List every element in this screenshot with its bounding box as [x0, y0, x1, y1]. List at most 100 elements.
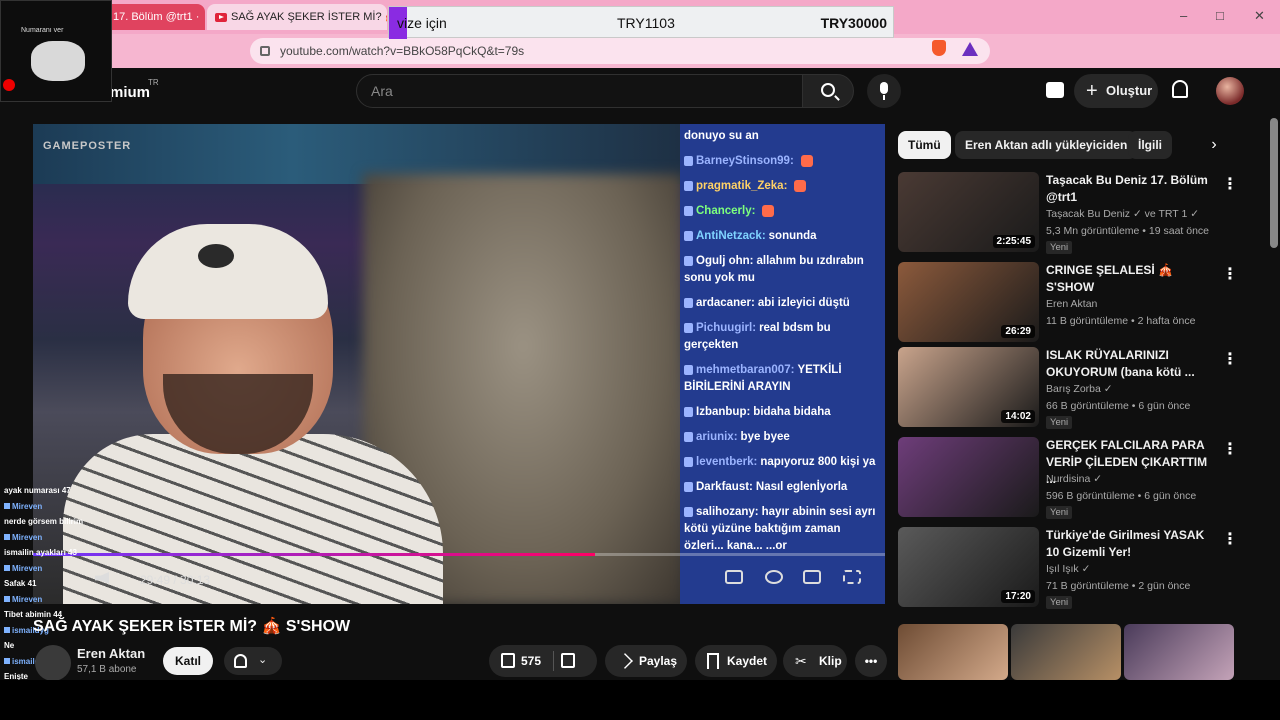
tab-trt1[interactable]: 17. Bölüm @trt1 ·	[105, 4, 205, 30]
chat-badge-icon	[684, 230, 693, 241]
tab-current-video[interactable]: SAĞ AYAK ŞEKER İSTER Mİ? 🎪	[207, 4, 387, 30]
chat-badge-icon	[684, 205, 693, 216]
chat-username: Izbanbup:	[696, 406, 751, 418]
chip-related[interactable]: İlgili	[1128, 131, 1172, 159]
chat-text: bye byee	[740, 431, 790, 443]
chat-username: ariunix:	[696, 431, 738, 443]
more-options-icon[interactable]	[1222, 174, 1238, 194]
short-thumbnail[interactable]	[898, 624, 1008, 680]
duration-badge: 17:20	[1001, 590, 1035, 603]
url-field[interactable]: youtube.com/watch?v=BBkO58PqCkQ&t=79s	[250, 38, 990, 64]
recommended-video[interactable]: GERÇEK FALCILARA PARA VERİP ÇİLEDEN ÇIKA…	[898, 437, 1238, 521]
webcam-overlay: Numaranı ver	[0, 0, 112, 102]
subtitles-icon[interactable]	[725, 570, 743, 584]
close-window-button[interactable]: ✕	[1254, 8, 1265, 24]
brave-rewards-icon[interactable]	[962, 42, 978, 56]
voice-search-icon[interactable]	[867, 74, 901, 108]
chevron-down-icon: ⌄	[258, 654, 268, 666]
recommended-video[interactable]: 26:29 CRINGE ŞELALESİ 🎪 S'SHOW Eren Aktan 1…	[898, 262, 1238, 346]
clip-button[interactable]: ✂ Klip	[783, 645, 847, 677]
save-button[interactable]: Kaydet	[695, 645, 777, 677]
subscription-bell-button[interactable]: ⌄	[224, 647, 282, 675]
chat-badge-icon	[684, 255, 693, 266]
video-thumbnail[interactable]: 2:25:45	[898, 172, 1039, 252]
create-post-icon[interactable]	[1046, 82, 1064, 98]
create-button[interactable]: + Oluştur	[1074, 74, 1158, 108]
join-button[interactable]: Katıl	[163, 647, 213, 675]
plus-icon: +	[1086, 80, 1098, 102]
video-thumbnail[interactable]	[898, 437, 1039, 517]
recommended-channel[interactable]: Taşacak Bu Deniz ✓ ve TRT 1 ✓	[1046, 206, 1199, 223]
video-thumbnail[interactable]: 17:20	[898, 527, 1039, 607]
more-options-icon[interactable]	[1222, 349, 1238, 369]
youtube-logo[interactable]: mium TR	[110, 78, 159, 101]
ticker-goal: TRY30000	[820, 15, 887, 31]
recommended-title[interactable]: CRINGE ŞELALESİ 🎪 S'SHOW	[1046, 262, 1216, 296]
search-input[interactable]: Ara	[356, 74, 804, 108]
recommended-channel[interactable]: Işıl Işık ✓	[1046, 561, 1090, 578]
overlay-chat-row: ayak numarası 47	[0, 486, 300, 502]
user-badge-icon	[4, 657, 10, 664]
notifications-bell-icon[interactable]	[1172, 80, 1188, 98]
overlay-chat-row: nerde görsem bilirim	[0, 517, 300, 533]
recommended-video[interactable]: 17:20 Türkiye'de Girilmesi YASAK 10 Gizem…	[898, 527, 1238, 611]
chat-message: pragmatik_Zeka:	[684, 174, 881, 199]
chat-badge-icon	[684, 155, 693, 166]
more-options-icon[interactable]	[1222, 529, 1238, 549]
youtube-header: mium TR Ara + Oluştur	[0, 68, 1280, 114]
chat-message: mehmetbaran007: YETKİLİ BİRİLERİNİ ARAYIN	[684, 358, 881, 400]
bookmark-icon	[707, 653, 719, 669]
chip-from-uploader[interactable]: Eren Aktan adlı yükleyiciden	[955, 131, 1138, 159]
user-badge-icon	[4, 626, 10, 633]
recommended-title[interactable]: ISLAK RÜYALARINIZI OKUYORUM (bana kötü .…	[1046, 347, 1216, 381]
chip-all[interactable]: Tümü	[898, 131, 951, 159]
overlay-chat-text: Safak 41	[4, 579, 37, 588]
site-info-icon[interactable]	[260, 46, 270, 56]
short-thumbnail[interactable]	[1124, 624, 1234, 680]
create-label: Oluştur	[1106, 83, 1153, 98]
maximize-button[interactable]: □	[1216, 8, 1224, 23]
chat-username: salihozany:	[696, 506, 759, 518]
recommended-title[interactable]: Taşacak Bu Deniz 17. Bölüm @trt1	[1046, 172, 1216, 206]
recommended-title[interactable]: Türkiye'de Girilmesi YASAK 10 Gizemli Ye…	[1046, 527, 1216, 561]
chat-username: leventberk:	[696, 456, 758, 468]
address-bar: youtube.com/watch?v=BBkO58PqCkQ&t=79s	[0, 34, 1280, 68]
chat-badge-icon	[684, 364, 693, 375]
recommended-video[interactable]: 14:02 ISLAK RÜYALARINIZI OKUYORUM (bana k…	[898, 347, 1238, 431]
recommended-channel[interactable]: Barış Zorba ✓	[1046, 381, 1113, 398]
chevron-right-icon[interactable]: ›	[1200, 131, 1228, 159]
video-thumbnail[interactable]: 26:29	[898, 262, 1039, 342]
more-options-icon[interactable]	[1222, 439, 1238, 459]
cap-logo	[198, 244, 234, 268]
video-thumbnail[interactable]: 14:02	[898, 347, 1039, 427]
like-count: 575	[521, 654, 542, 668]
more-icon: •••	[864, 654, 878, 668]
settings-gear-icon[interactable]	[765, 570, 783, 584]
minimize-button[interactable]: –	[1180, 8, 1187, 23]
account-avatar[interactable]	[1216, 77, 1244, 105]
recommended-video[interactable]: 2:25:45 Taşacak Bu Deniz 17. Bölüm @trt1 T…	[898, 172, 1238, 256]
thumbs-down-icon[interactable]	[561, 653, 575, 668]
chat-badge-icon	[684, 431, 693, 442]
bottom-strip	[0, 680, 1280, 720]
theater-mode-icon[interactable]	[803, 570, 821, 584]
more-actions-button[interactable]: •••	[855, 645, 887, 677]
overlay-chat-text: ayak numarası 47	[4, 486, 71, 495]
brave-shield-icon[interactable]	[932, 40, 946, 56]
share-button[interactable]: Paylaş	[605, 645, 687, 677]
short-thumbnail[interactable]	[1011, 624, 1121, 680]
like-button[interactable]: 575	[499, 645, 551, 677]
channel-name[interactable]: Eren Aktan	[77, 646, 145, 661]
recommended-channel[interactable]: Nurdisina ✓	[1046, 471, 1102, 488]
channel-avatar[interactable]	[35, 645, 71, 681]
user-badge-icon	[4, 564, 10, 571]
more-options-icon[interactable]	[1222, 264, 1238, 284]
fullscreen-icon[interactable]	[843, 570, 861, 584]
chat-badge-icon	[684, 406, 693, 417]
recommended-channel[interactable]: Eren Aktan	[1046, 296, 1097, 313]
search-button[interactable]	[802, 74, 854, 108]
tab-label: SAĞ AYAK ŞEKER İSTER Mİ? 🎪	[231, 11, 387, 23]
chat-message: BarneyStinson99:	[684, 149, 881, 174]
chat-badge-icon	[684, 297, 693, 308]
scrollbar[interactable]	[1270, 118, 1278, 248]
